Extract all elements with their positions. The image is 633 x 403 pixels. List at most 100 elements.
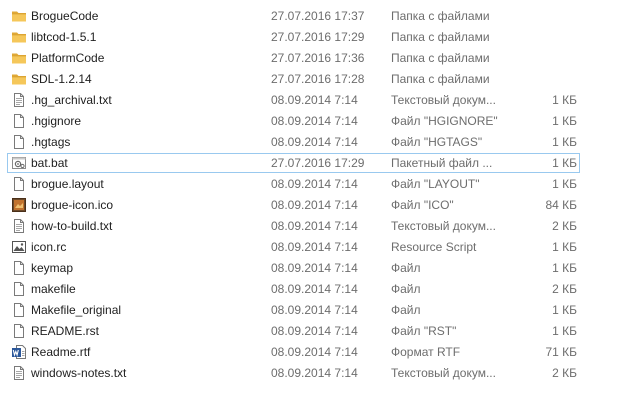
file-row[interactable]: .hg_archival.txt 08.09.2014 7:14 Текстовый… (0, 90, 633, 111)
file-date-modified: 08.09.2014 7:14 (271, 303, 358, 317)
file-icon (11, 281, 27, 297)
file-row[interactable]: bat.bat 27.07.2016 17:29 Пакетный файл ...… (0, 153, 633, 174)
file-date-modified: 08.09.2014 7:14 (271, 219, 358, 233)
batch-file-icon (11, 155, 27, 171)
file-date-modified: 08.09.2014 7:14 (271, 282, 358, 296)
file-date-modified: 27.07.2016 17:36 (271, 51, 365, 65)
folder-icon (11, 71, 27, 87)
file-name: .hg_archival.txt (31, 93, 112, 107)
word-document-icon (11, 344, 27, 360)
file-row[interactable]: windows-notes.txt 08.09.2014 7:14 Текстовы… (0, 363, 633, 384)
file-name: libtcod-1.5.1 (31, 30, 97, 44)
file-date-modified: 08.09.2014 7:14 (271, 324, 358, 338)
text-file-icon (11, 218, 27, 234)
file-name: .hgtags (31, 135, 71, 149)
file-date-modified: 08.09.2014 7:14 (271, 198, 358, 212)
file-size (505, 27, 577, 48)
file-date-modified: 08.09.2014 7:14 (271, 345, 358, 359)
file-type: Файл "HGIGNORE" (391, 114, 498, 128)
file-icon (11, 176, 27, 192)
file-row[interactable]: SDL-1.2.14 27.07.2016 17:28 Папка с файлам… (0, 69, 633, 90)
file-size: 1 КБ (552, 324, 577, 338)
file-row[interactable]: README.rst 08.09.2014 7:14 Файл "RST" 1 КБ (0, 321, 633, 342)
file-type: Файл "RST" (391, 324, 457, 338)
file-date-modified: 08.09.2014 7:14 (271, 135, 358, 149)
file-name: PlatformCode (31, 51, 105, 65)
file-size (505, 48, 577, 69)
file-row[interactable]: icon.rc 08.09.2014 7:14 Resource Script 1 К… (0, 237, 633, 258)
file-icon (11, 302, 27, 318)
file-row[interactable]: libtcod-1.5.1 27.07.2016 17:29 Папка с фай… (0, 27, 633, 48)
file-row[interactable]: .hgtags 08.09.2014 7:14 Файл "HGTAGS" 1 КБ (0, 132, 633, 153)
file-size: 1 КБ (552, 240, 577, 254)
file-size: 2 КБ (552, 282, 577, 296)
file-date-modified: 27.07.2016 17:37 (271, 9, 365, 23)
file-size: 1 КБ (552, 261, 577, 275)
file-type: Формат RTF (391, 345, 461, 359)
file-name: windows-notes.txt (31, 366, 127, 380)
file-size: 2 КБ (552, 219, 577, 233)
file-row[interactable]: makefile 08.09.2014 7:14 Файл 2 КБ (0, 279, 633, 300)
file-type: Папка с файлами (391, 72, 490, 86)
file-type: Пакетный файл ... (391, 156, 493, 170)
file-size: 1 КБ (552, 93, 577, 107)
folder-icon (11, 50, 27, 66)
file-type: Файл (391, 303, 421, 317)
file-row[interactable]: .hgignore 08.09.2014 7:14 Файл "HGIGNORE" 1… (0, 111, 633, 132)
file-type: Файл "LAYOUT" (391, 177, 480, 191)
file-name: Readme.rtf (31, 345, 91, 359)
file-date-modified: 27.07.2016 17:28 (271, 72, 365, 86)
file-icon (11, 113, 27, 129)
file-row[interactable]: Readme.rtf 08.09.2014 7:14 Формат RTF 71 КБ (0, 342, 633, 363)
file-size: 1 КБ (552, 177, 577, 191)
text-file-icon (11, 92, 27, 108)
file-type: Текстовый докум... (391, 219, 496, 233)
file-size: 84 КБ (545, 198, 577, 212)
file-size (505, 69, 577, 90)
file-name: README.rst (31, 324, 100, 338)
file-name: brogue-icon.ico (31, 198, 114, 212)
file-name: bat.bat (31, 156, 68, 170)
file-date-modified: 08.09.2014 7:14 (271, 93, 358, 107)
file-row[interactable]: brogue.layout 08.09.2014 7:14 Файл "LAYOUT… (0, 174, 633, 195)
folder-icon (11, 8, 27, 24)
file-name: brogue.layout (31, 177, 104, 191)
file-size: 1 КБ (552, 135, 577, 149)
file-type: Папка с файлами (391, 30, 490, 44)
text-file-icon (11, 365, 27, 381)
file-size: 1 КБ (552, 303, 577, 317)
resource-script-icon (11, 239, 27, 255)
file-icon (11, 134, 27, 150)
file-size: 1 КБ (552, 156, 577, 170)
file-name: keymap (31, 261, 74, 275)
file-date-modified: 08.09.2014 7:14 (271, 240, 358, 254)
file-row[interactable]: BrogueCode 27.07.2016 17:37 Папка с файлам… (0, 6, 633, 27)
file-type: Файл (391, 282, 421, 296)
file-date-modified: 08.09.2014 7:14 (271, 366, 358, 380)
file-row[interactable]: Makefile_original 08.09.2014 7:14 Файл 1 КБ (0, 300, 633, 321)
file-icon (11, 323, 27, 339)
file-name: makefile (31, 282, 76, 296)
file-row[interactable]: PlatformCode 27.07.2016 17:36 Папка с файл… (0, 48, 633, 69)
file-row[interactable]: brogue-icon.ico 08.09.2014 7:14 Файл "ICO"… (0, 195, 633, 216)
file-row[interactable]: how-to-build.txt 08.09.2014 7:14 Текстовый… (0, 216, 633, 237)
file-name: BrogueCode (31, 9, 99, 23)
file-name: icon.rc (31, 240, 67, 254)
file-type: Файл "HGTAGS" (391, 135, 483, 149)
file-name: how-to-build.txt (31, 219, 113, 233)
file-type: Resource Script (391, 240, 477, 254)
file-date-modified: 27.07.2016 17:29 (271, 156, 365, 170)
file-date-modified: 27.07.2016 17:29 (271, 30, 365, 44)
file-date-modified: 08.09.2014 7:14 (271, 261, 358, 275)
file-name: Makefile_original (31, 303, 122, 317)
file-size: 2 КБ (552, 366, 577, 380)
file-row[interactable]: keymap 08.09.2014 7:14 Файл 1 КБ (0, 258, 633, 279)
ico-file-icon (11, 197, 27, 213)
file-type: Текстовый докум... (391, 366, 496, 380)
file-list: BrogueCode 27.07.2016 17:37 Папка с файлам… (0, 6, 633, 384)
file-name: SDL-1.2.14 (31, 72, 92, 86)
file-type: Папка с файлами (391, 51, 490, 65)
file-icon (11, 260, 27, 276)
file-type: Папка с файлами (391, 9, 490, 23)
file-type: Текстовый докум... (391, 93, 496, 107)
